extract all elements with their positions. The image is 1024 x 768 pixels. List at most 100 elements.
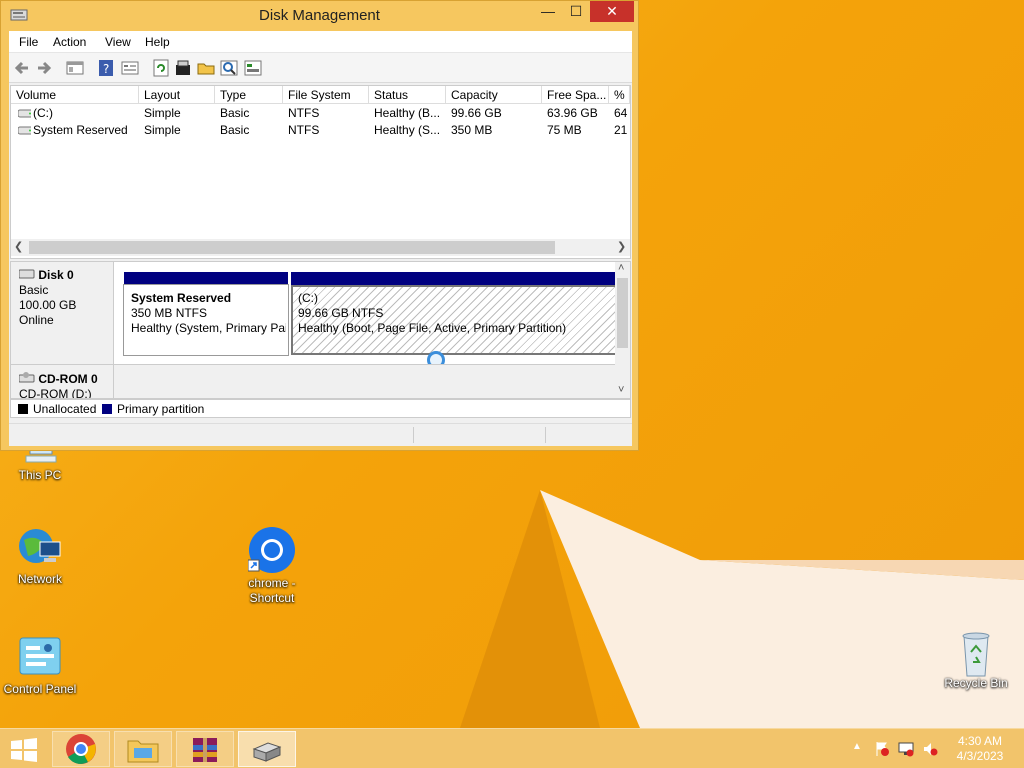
settings-icon[interactable] bbox=[244, 59, 262, 77]
unallocated-swatch bbox=[18, 404, 28, 414]
column-header-percent-free[interactable]: % F bbox=[609, 86, 630, 104]
minimize-button[interactable]: — bbox=[534, 1, 562, 22]
close-button[interactable]: ✕ bbox=[590, 1, 634, 22]
type-cell: Basic bbox=[220, 106, 250, 120]
scroll-up-icon[interactable]: ˄ bbox=[618, 262, 624, 274]
column-header-volume[interactable]: Volume bbox=[11, 86, 139, 104]
start-button[interactable] bbox=[10, 738, 38, 762]
taskbar-winrar-button[interactable] bbox=[176, 731, 234, 767]
folder-icon bbox=[127, 740, 159, 763]
status-cell: Healthy (B... bbox=[374, 106, 441, 120]
taskbar-disk-management-button[interactable] bbox=[238, 731, 296, 767]
partition-size: 350 MB NTFS bbox=[131, 306, 208, 320]
free-space-cell: 63.96 GB bbox=[547, 106, 598, 120]
control-panel-icon bbox=[18, 636, 62, 680]
chrome-logo-icon bbox=[66, 734, 96, 764]
help-icon[interactable]: ? bbox=[97, 59, 115, 77]
maximize-button[interactable]: ☐ bbox=[562, 1, 590, 22]
partition-system-reserved[interactable]: System Reserved 350 MB NTFS Healthy (Sys… bbox=[123, 272, 289, 356]
column-header-capacity[interactable]: Capacity bbox=[446, 86, 542, 104]
network-desktop-icon[interactable]: Network bbox=[0, 526, 80, 587]
chrome-icon bbox=[247, 526, 296, 574]
clock-date: 4/3/2023 bbox=[956, 749, 1004, 763]
legend-unallocated: Unallocated bbox=[33, 402, 97, 416]
disk-management-window[interactable]: Disk Management — ☐ ✕ File Action View H… bbox=[0, 0, 639, 451]
volume-muted-icon[interactable] bbox=[922, 741, 938, 757]
menu-file[interactable]: File bbox=[19, 35, 38, 49]
legend: Unallocated Primary partition bbox=[10, 399, 631, 418]
explore-magnifier-icon[interactable] bbox=[220, 59, 238, 77]
volume-list[interactable]: Volume Layout Type File System Status Ca… bbox=[10, 85, 631, 259]
control-panel-desktop-icon[interactable]: Control Panel bbox=[0, 636, 80, 697]
volume-name: System Reserved bbox=[33, 123, 128, 137]
chrome-shortcut-label: chrome - Shortcut bbox=[248, 576, 296, 605]
free-space-cell: 75 MB bbox=[547, 123, 582, 137]
legend-primary-partition: Primary partition bbox=[117, 402, 205, 416]
horizontal-scrollbar[interactable]: ❮ ❯ bbox=[11, 239, 630, 256]
clock-time: 4:30 AM bbox=[957, 734, 1003, 748]
menu-action[interactable]: Action bbox=[53, 35, 86, 49]
partition-name: (C:) bbox=[298, 291, 318, 305]
scroll-left-icon[interactable]: ❮ bbox=[14, 240, 23, 253]
taskbar-chrome-button[interactable] bbox=[52, 731, 110, 767]
scroll-right-icon[interactable]: ❯ bbox=[617, 240, 626, 253]
svg-text:?: ? bbox=[103, 62, 109, 76]
partition-c-drive[interactable]: (C:) 99.66 GB NTFS Healthy (Boot, Page F… bbox=[291, 272, 618, 355]
show-hide-console-icon[interactable] bbox=[66, 59, 84, 77]
scrollbar-thumb[interactable] bbox=[617, 278, 628, 348]
title-bar[interactable]: Disk Management — ☐ ✕ bbox=[1, 1, 638, 31]
action-center-flag-icon[interactable] bbox=[874, 741, 890, 757]
type-cell: Basic bbox=[220, 123, 250, 137]
scrollbar-thumb[interactable] bbox=[29, 241, 555, 254]
vertical-scrollbar[interactable]: ˄ ˅ bbox=[615, 262, 630, 398]
column-header-status[interactable]: Status bbox=[369, 86, 446, 104]
percent-free-cell: 21 bbox=[614, 123, 628, 137]
network-icon bbox=[18, 526, 62, 570]
system-clock[interactable]: 4:30 AM 4/3/2023 bbox=[944, 734, 1016, 764]
cdrom-0-label[interactable]: CD-ROM 0 CD-ROM (D:) bbox=[11, 364, 114, 399]
disk-type: Basic bbox=[19, 283, 49, 297]
partition-body: (C:) 99.66 GB NTFS Healthy (Boot, Page F… bbox=[291, 285, 618, 355]
disk-icon bbox=[18, 268, 35, 282]
capacity-cell: 350 MB bbox=[451, 123, 493, 137]
layout-cell: Simple bbox=[144, 123, 181, 137]
disk-management-icon bbox=[252, 742, 282, 762]
cdrom-icon bbox=[18, 372, 35, 386]
window-client-area: File Action View Help ? Volume Layout Ty… bbox=[9, 31, 632, 446]
primary-partition-swatch bbox=[102, 404, 112, 414]
recycle-bin-desktop-icon[interactable]: Recycle Bin bbox=[936, 630, 1016, 691]
forward-arrow-icon[interactable] bbox=[35, 59, 53, 77]
layout-cell: Simple bbox=[144, 106, 181, 120]
refresh-icon[interactable] bbox=[152, 59, 170, 77]
partition-status: Healthy (System, Primary Pai bbox=[131, 321, 288, 335]
disk-size: 100.00 GB bbox=[19, 298, 77, 312]
windows-logo-icon bbox=[11, 738, 37, 762]
disk-0-label[interactable]: Disk 0 Basic 100.00 GB Online bbox=[11, 262, 114, 364]
cdrom-type: CD-ROM (D:) bbox=[19, 387, 92, 399]
taskbar-file-explorer-button[interactable] bbox=[114, 731, 172, 767]
cdrom-area bbox=[114, 364, 615, 398]
status-cell: Healthy (S... bbox=[374, 123, 441, 137]
menu-help[interactable]: Help bbox=[145, 35, 170, 49]
file-system-cell: NTFS bbox=[288, 106, 320, 120]
this-pc-label: This PC bbox=[18, 468, 62, 482]
back-arrow-icon[interactable] bbox=[13, 59, 31, 77]
disk-graphical-view[interactable]: Disk 0 Basic 100.00 GB Online System Res… bbox=[10, 261, 631, 399]
menu-view[interactable]: View bbox=[105, 35, 131, 49]
chrome-shortcut-desktop-icon[interactable]: chrome - Shortcut bbox=[232, 526, 312, 606]
rescan-disks-icon[interactable] bbox=[174, 59, 192, 77]
partition-body: System Reserved 350 MB NTFS Healthy (Sys… bbox=[123, 284, 289, 356]
column-header-layout[interactable]: Layout bbox=[139, 86, 215, 104]
menu-bar: File Action View Help bbox=[9, 31, 632, 53]
open-folder-icon[interactable] bbox=[197, 59, 215, 77]
column-header-free-space[interactable]: Free Spa... bbox=[542, 86, 609, 104]
capacity-cell: 99.66 GB bbox=[451, 106, 502, 120]
column-header-type[interactable]: Type bbox=[215, 86, 283, 104]
volume-name: (C:) bbox=[33, 106, 53, 120]
properties-icon[interactable] bbox=[121, 59, 139, 77]
show-hidden-icons-icon[interactable]: ▲ bbox=[852, 741, 862, 752]
recycle-bin-label: Recycle Bin bbox=[944, 676, 1008, 690]
scroll-down-icon[interactable]: ˅ bbox=[618, 384, 624, 396]
network-status-icon[interactable] bbox=[898, 741, 914, 757]
column-header-file-system[interactable]: File System bbox=[283, 86, 369, 104]
